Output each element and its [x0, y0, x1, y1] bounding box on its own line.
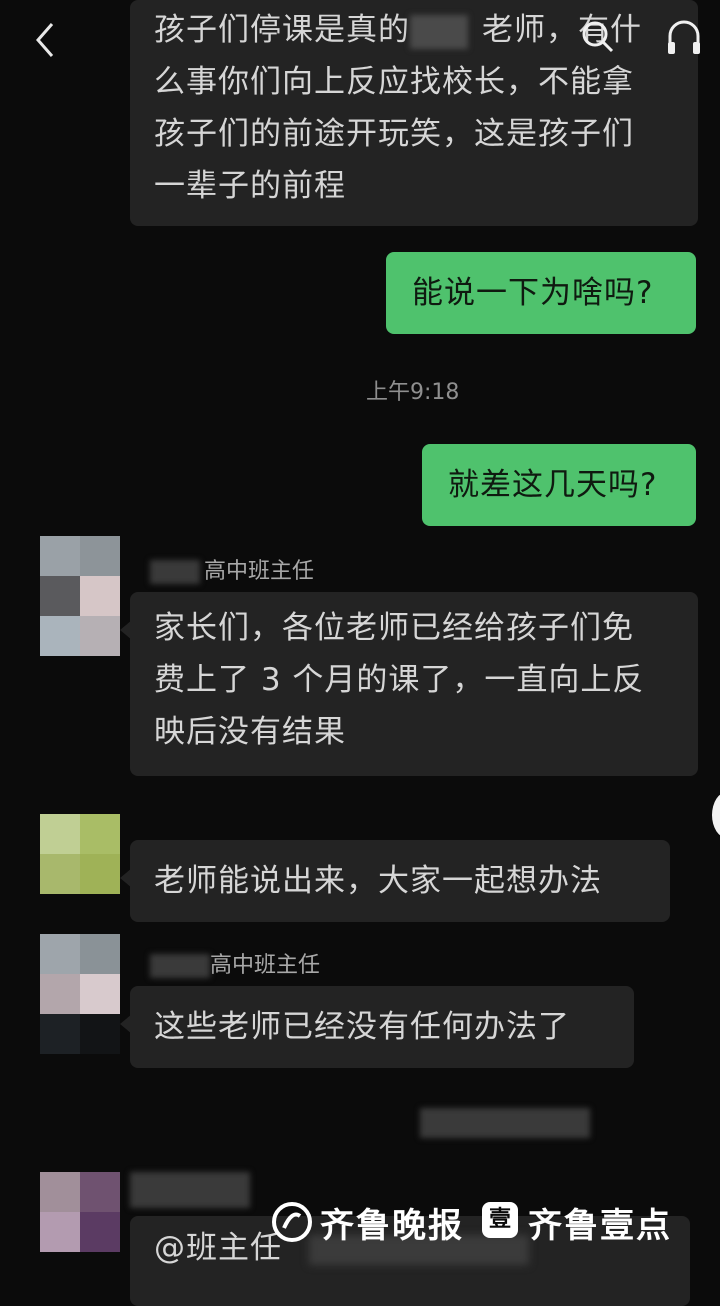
- avatar[interactable]: [40, 536, 120, 656]
- headset-button[interactable]: [664, 14, 704, 58]
- message-bubble[interactable]: 就差这几天吗?: [422, 444, 696, 526]
- chevron-left-icon: [36, 23, 54, 57]
- message-text: 这些老师已经没有任何办法了: [154, 1009, 570, 1045]
- message-text: 孩子们停课是真的: [154, 12, 410, 48]
- newspaper-logo-icon: [272, 1202, 312, 1242]
- watermark-left: 齐鲁晚报: [320, 1206, 464, 1246]
- message-text: 映后没有结果: [154, 714, 346, 750]
- message-text: 能说一下为啥吗?: [412, 275, 654, 311]
- message-bubble[interactable]: 老师能说出来，大家一起想办法: [130, 840, 670, 922]
- message-bubble[interactable]: 这些老师已经没有任何办法了: [130, 986, 634, 1068]
- sender-name: 高中班主任: [210, 953, 321, 978]
- message-text: 费上了 3 个月的课了，一直向上反: [154, 662, 645, 698]
- redacted-block: [420, 1108, 590, 1138]
- search-icon: [582, 21, 614, 53]
- search-button[interactable]: [578, 14, 618, 58]
- redacted-block: [130, 1172, 250, 1208]
- message-text: 老师，有什: [482, 12, 642, 48]
- message-text: 么事你们向上反应找校长，不能拿: [154, 64, 634, 100]
- message-text: 老师能说出来，大家一起想办法: [154, 863, 602, 899]
- message-text: 家长们，各位老师已经给孩子们免: [154, 610, 634, 646]
- watermark-right: 齐鲁壹点: [528, 1206, 672, 1246]
- sender-name: 高中班主任: [204, 559, 315, 584]
- headset-icon: [668, 20, 700, 54]
- message-text: 就差这几天吗?: [448, 467, 658, 503]
- back-button[interactable]: [28, 18, 64, 62]
- floating-button[interactable]: [712, 792, 720, 838]
- watermark: 齐鲁晚报 壹 齐鲁壹点: [270, 1194, 700, 1250]
- avatar[interactable]: [40, 934, 120, 1054]
- timestamp: 上午9:18: [366, 380, 460, 405]
- message-bubble[interactable]: 家长们，各位老师已经给孩子们免 费上了 3 个月的课了，一直向上反 映后没有结果: [130, 592, 698, 776]
- message-text: 一辈子的前程: [154, 168, 346, 204]
- redacted-block: [150, 560, 200, 584]
- redacted-block: [150, 954, 210, 978]
- avatar[interactable]: [40, 814, 120, 894]
- redacted-block: [410, 14, 468, 49]
- message-bubble[interactable]: 能说一下为啥吗?: [386, 252, 696, 334]
- avatar[interactable]: [40, 1172, 120, 1252]
- message-text: 孩子们的前途开玩笑，这是孩子们: [154, 116, 634, 152]
- watermark-badge: 壹: [482, 1202, 518, 1238]
- message-text: @班主任: [154, 1230, 282, 1266]
